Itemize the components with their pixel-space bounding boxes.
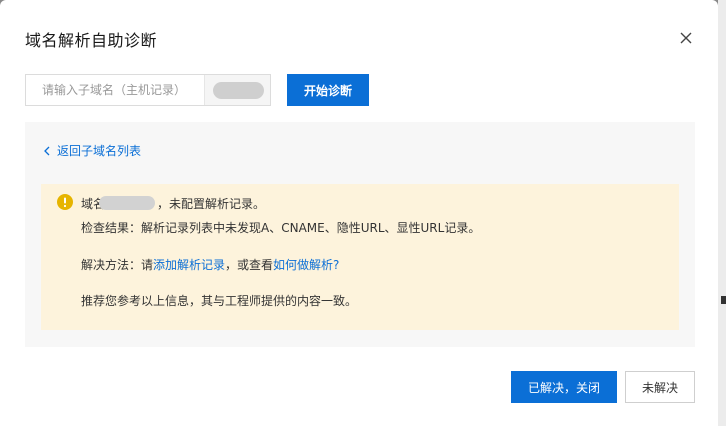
warning-icon [57,194,73,210]
solution-prefix: 解决方法：请 [81,258,154,272]
result-panel: 返回子域名列表 域名 ，未配置解析记录。 检查结果：解析记录列表中未发现A、CNA… [25,122,695,347]
summary-suffix: ，未配置解析记录。 [157,197,266,211]
subdomain-input-group [25,74,271,106]
chevron-left-icon [44,146,50,155]
start-diagnosis-button[interactable]: 开始诊断 [287,74,369,106]
resolved-close-button[interactable]: 已解决，关闭 [511,371,617,403]
domain-name-redacted [99,196,156,210]
diagnosis-notice: 域名 ，未配置解析记录。 检查结果：解析记录列表中未发现A、CNAME、隐性URL… [41,184,679,330]
dialog-title: 域名解析自助诊断 [25,31,158,50]
solution-text: 解决方法：请添加解析记录，或查看如何做解析? [81,256,339,273]
check-result-text: 检查结果：解析记录列表中未发现A、CNAME、隐性URL、显性URL记录。 [81,221,481,235]
how-to-resolve-link[interactable]: 如何做解析? [273,258,339,272]
diagnosis-dialog: 域名解析自助诊断 开始诊断 返回子域名列表 [0,0,718,426]
back-link-label: 返回子域名列表 [57,144,142,158]
background-page-edge [718,0,726,426]
domain-suffix-redacted [213,82,265,99]
back-to-subdomain-list-link[interactable]: 返回子域名列表 [43,142,141,159]
domain-suffix [204,75,270,105]
subdomain-input[interactable] [26,75,205,105]
notice-summary: 域名 ，未配置解析记录。 [81,195,265,212]
close-icon[interactable] [678,30,694,46]
add-record-link[interactable]: 添加解析记录 [153,258,225,272]
solution-middle: ，或查看 [225,258,274,272]
recommendation-text: 推荐您参考以上信息，其与工程师提供的内容一致。 [81,294,358,308]
background-page-mark [721,296,726,304]
unresolved-button[interactable]: 未解决 [625,371,695,403]
